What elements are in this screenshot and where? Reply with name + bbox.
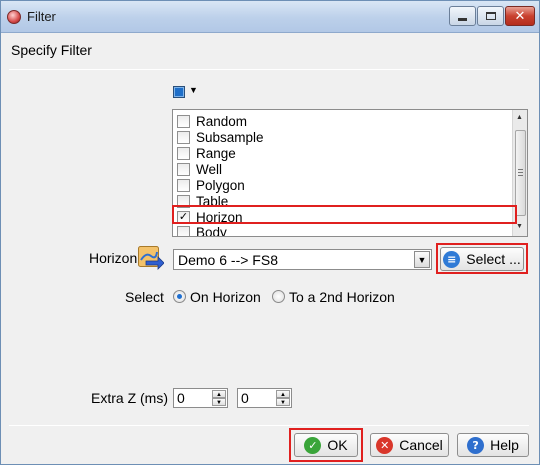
ok-highlight-box: [289, 428, 363, 462]
chevron-down-icon[interactable]: ▼: [414, 251, 430, 268]
scroll-up-icon[interactable]: ▲: [516, 114, 523, 121]
list-item-random[interactable]: Random: [177, 113, 247, 129]
list-item-polygon[interactable]: Polygon: [177, 177, 245, 193]
cancel-button[interactable]: ✕ Cancel: [370, 433, 449, 457]
minimize-icon: [458, 18, 467, 21]
horizon-label: Horizon: [89, 250, 138, 266]
list-item-label: Well: [196, 161, 223, 177]
horizon-highlight-box: [172, 205, 517, 224]
app-icon: [7, 10, 21, 24]
select-highlight-box: [436, 243, 528, 274]
list-item-label: Range: [196, 145, 236, 161]
scroll-down-icon[interactable]: ▼: [516, 223, 523, 230]
color-swatch-icon: [173, 86, 185, 98]
list-item-label: Polygon: [196, 177, 245, 193]
extra-z-start-value: 0: [177, 390, 185, 406]
list-item-label: Random: [196, 113, 248, 129]
cancel-button-label: Cancel: [399, 437, 443, 453]
list-item-range[interactable]: Range: [177, 145, 236, 161]
checkbox-subsample[interactable]: [177, 130, 190, 144]
radio-on-horizon-label[interactable]: On Horizon: [190, 289, 261, 305]
radio-second-horizon[interactable]: [272, 290, 285, 303]
maximize-button[interactable]: [477, 6, 504, 26]
grip-line: [518, 175, 523, 176]
footer-divider: [9, 425, 529, 426]
title-bar[interactable]: Filter ✕: [1, 1, 539, 33]
list-item-label: Subsample: [196, 129, 264, 145]
extra-z-end-input[interactable]: 0 ▲ ▼: [237, 388, 292, 408]
minimize-button[interactable]: [449, 6, 476, 26]
close-button[interactable]: ✕: [505, 6, 535, 26]
stepper[interactable]: ▲ ▼: [276, 390, 290, 406]
grip-line: [518, 169, 523, 170]
list-item-body[interactable]: Body: [177, 224, 227, 237]
list-item-label: Body: [196, 224, 227, 237]
stepper[interactable]: ▲ ▼: [212, 390, 226, 406]
specify-filter-heading: Specify Filter: [11, 42, 92, 58]
list-item-well[interactable]: Well: [177, 161, 222, 177]
horizon-selector-icon[interactable]: [138, 246, 164, 270]
scrollbar-thumb[interactable]: [515, 130, 526, 216]
cancel-icon: ✕: [376, 436, 394, 454]
help-icon: ?: [467, 436, 485, 454]
chevron-down-icon: ▼: [189, 85, 198, 95]
filter-dialog: Filter ✕ Specify Filter ▼ Random Subsamp…: [0, 0, 540, 465]
list-item-subsample[interactable]: Subsample: [177, 129, 264, 145]
help-button-label: Help: [490, 437, 519, 453]
chevron-down-icon[interactable]: ▼: [212, 398, 226, 406]
maximize-icon: [485, 12, 496, 20]
chevron-up-icon[interactable]: ▲: [212, 390, 226, 398]
header-divider: [9, 69, 529, 70]
horizon-selected-value: Demo 6 --> FS8: [178, 252, 278, 268]
checkbox-random[interactable]: [177, 114, 190, 128]
radio-second-horizon-label[interactable]: To a 2nd Horizon: [289, 289, 395, 305]
extra-z-label: Extra Z (ms): [91, 390, 168, 406]
radio-on-horizon[interactable]: [173, 290, 186, 303]
close-icon: ✕: [514, 8, 526, 24]
grip-line: [518, 172, 523, 173]
checkbox-well[interactable]: [177, 162, 190, 176]
checkbox-range[interactable]: [177, 146, 190, 160]
extra-z-start-input[interactable]: 0 ▲ ▼: [173, 388, 228, 408]
window-title: Filter: [27, 9, 56, 24]
chevron-down-icon[interactable]: ▼: [276, 398, 290, 406]
extra-z-end-value: 0: [241, 390, 249, 406]
checkbox-polygon[interactable]: [177, 178, 190, 192]
chevron-up-icon[interactable]: ▲: [276, 390, 290, 398]
color-picker-button[interactable]: ▼: [173, 84, 203, 100]
horizon-dropdown[interactable]: Demo 6 --> FS8 ▼: [173, 249, 432, 270]
select-mode-label: Select: [125, 289, 164, 305]
checkbox-body[interactable]: [177, 225, 190, 236]
help-button[interactable]: ? Help: [457, 433, 529, 457]
